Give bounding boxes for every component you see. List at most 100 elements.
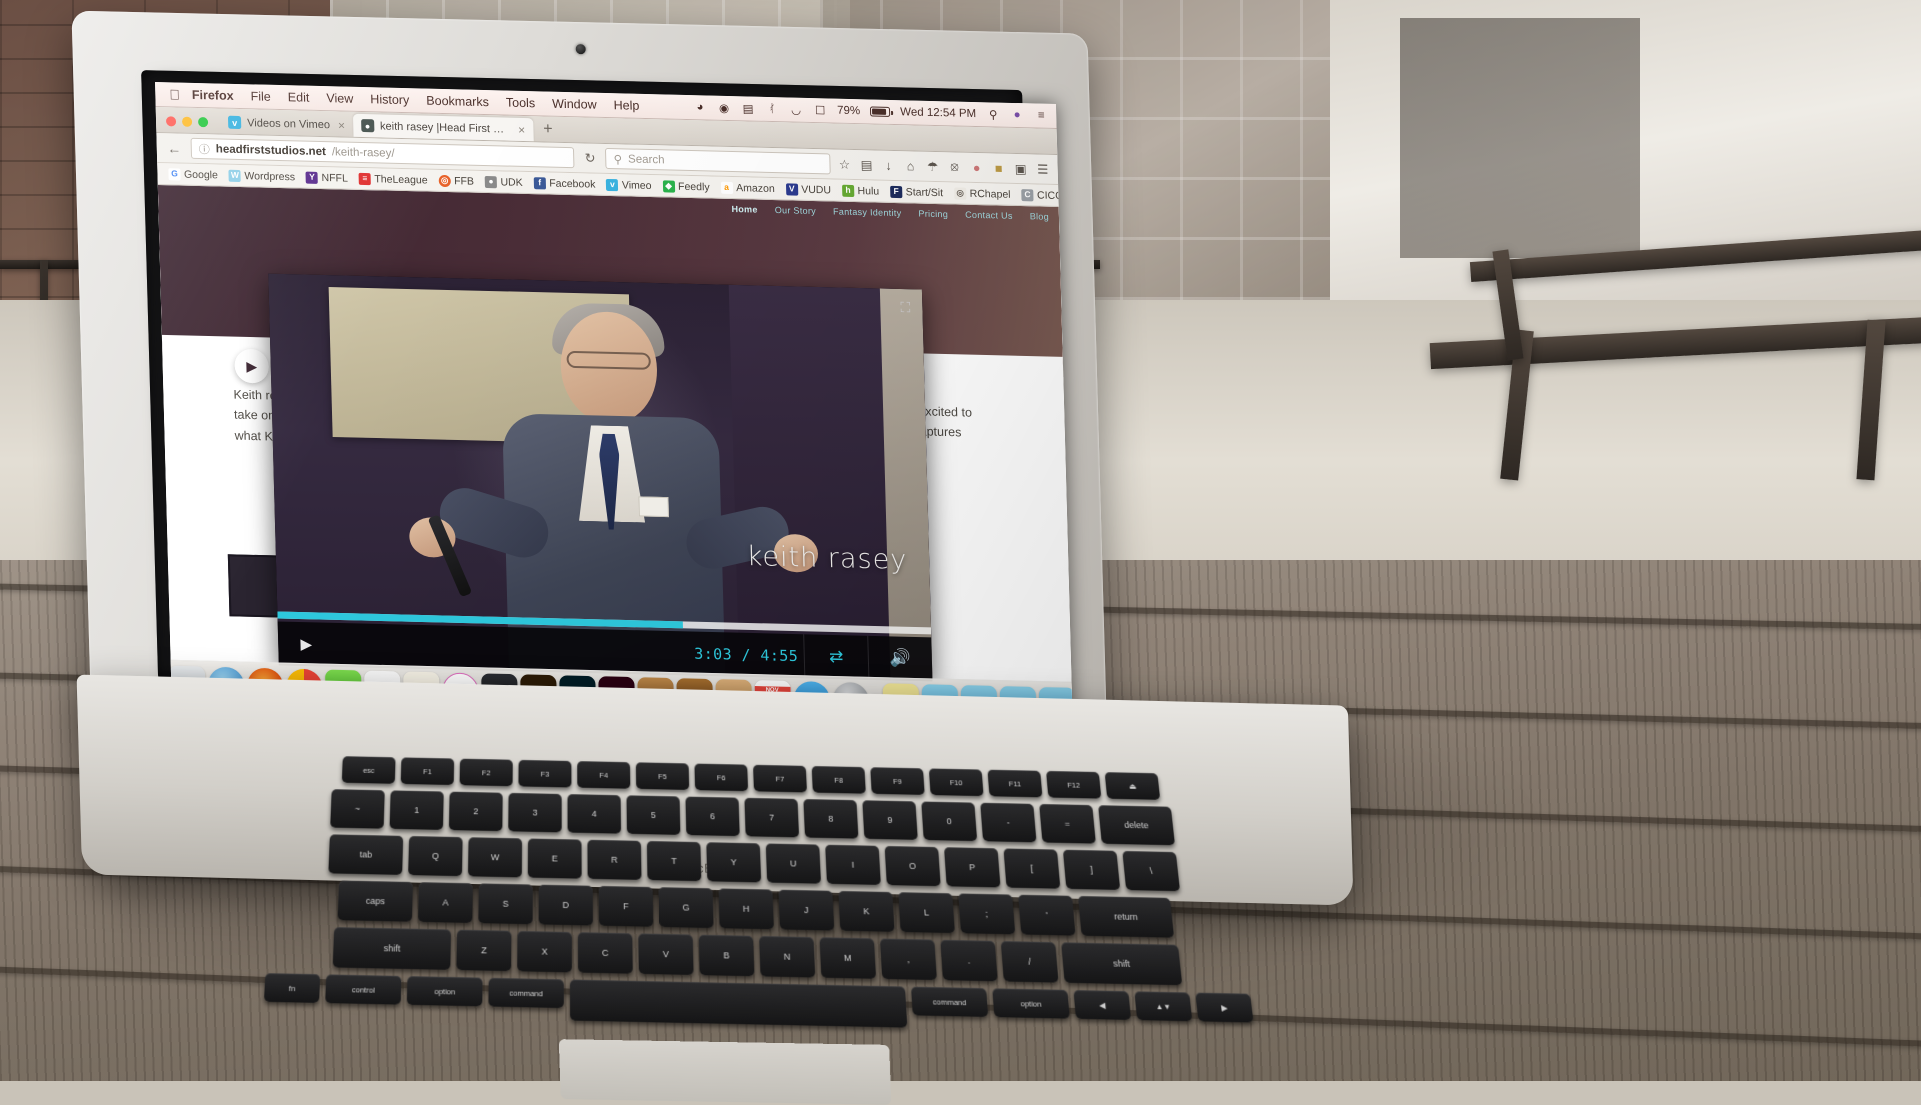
close-icon[interactable]: × <box>518 122 525 136</box>
bookmark-amazon[interactable]: a Amazon <box>716 180 778 196</box>
minimize-button[interactable] <box>181 116 193 127</box>
addon-icon[interactable]: ● <box>969 160 983 174</box>
key[interactable]: F9 <box>870 767 925 795</box>
downloads-icon[interactable]: ↓ <box>881 158 895 172</box>
key[interactable]: D <box>538 884 593 926</box>
key[interactable]: . <box>940 939 998 982</box>
key[interactable]: W <box>467 837 523 878</box>
menu-item-history[interactable]: History <box>370 92 409 107</box>
key[interactable]: K <box>838 890 895 932</box>
key[interactable]: V <box>638 933 694 975</box>
trackpad[interactable] <box>558 1039 892 1105</box>
bookmark-google[interactable]: G Google <box>164 167 222 182</box>
key-shift-right[interactable]: shift <box>1061 942 1183 986</box>
key[interactable]: F7 <box>753 764 807 793</box>
key[interactable]: E <box>527 838 582 879</box>
key[interactable]: Q <box>408 835 463 877</box>
menu-item-file[interactable]: File <box>250 89 271 103</box>
key[interactable]: I <box>825 844 881 885</box>
back-arrow-icon[interactable]: ← <box>165 140 184 156</box>
key[interactable]: 7 <box>744 797 800 838</box>
key[interactable]: F6 <box>694 763 749 792</box>
shuffle-icon[interactable]: ⇄ <box>803 634 869 680</box>
menu-item-tools[interactable]: Tools <box>506 96 536 111</box>
menu-extra-icon[interactable]: ▤ <box>741 101 755 115</box>
key-command-right[interactable]: command <box>911 986 989 1017</box>
volume-icon[interactable]: 🔊 <box>867 635 933 682</box>
wifi-icon[interactable]: ◡ <box>789 102 803 117</box>
search-input[interactable]: ⚲ Search <box>605 147 831 175</box>
home-icon[interactable]: ⌂ <box>903 159 917 173</box>
close-icon[interactable]: × <box>338 118 345 132</box>
site-nav-pricing[interactable]: Pricing <box>918 209 948 220</box>
site-info-icon[interactable]: ⓘ <box>199 141 210 157</box>
key-capslock[interactable]: caps <box>337 880 413 922</box>
bookmark-vudu[interactable]: V VUDU <box>782 182 836 197</box>
key[interactable]: F8 <box>811 765 866 794</box>
key[interactable]: N <box>759 935 816 978</box>
key[interactable]: F <box>598 885 654 927</box>
key[interactable]: B <box>698 934 755 977</box>
key[interactable]: 4 <box>567 794 622 834</box>
key[interactable]: / <box>1000 941 1059 983</box>
extension-icon[interactable]: ■ <box>991 161 1005 175</box>
menu-item-view[interactable]: View <box>326 91 353 106</box>
video-player[interactable]: keith rasey ⛶ ▶ 3:03 / 4:55 ⇄ 🔊 <box>268 273 933 682</box>
key[interactable]: F2 <box>459 758 513 787</box>
key[interactable]: A <box>417 882 473 923</box>
key[interactable]: X <box>517 930 572 973</box>
bookmark-hulu[interactable]: h Hulu <box>838 183 884 198</box>
key-return[interactable]: return <box>1077 895 1175 938</box>
key[interactable]: 9 <box>862 800 918 840</box>
key-power[interactable]: ⏏ <box>1104 772 1161 800</box>
key-arrow-right[interactable]: ▶ <box>1195 992 1254 1023</box>
key-option-right[interactable]: option <box>992 988 1070 1019</box>
key[interactable]: L <box>898 892 955 934</box>
key-arrow-updown[interactable]: ▲▼ <box>1134 991 1193 1022</box>
bookmark-startsit[interactable]: F Start/Sit <box>886 184 947 199</box>
key[interactable]: F5 <box>635 762 690 790</box>
bookmark-ffb[interactable]: ◎ FFB <box>434 173 478 188</box>
key[interactable]: P <box>944 847 1001 888</box>
bookmark-rchapel[interactable]: ◎ RChapel <box>950 186 1015 202</box>
battery-percent[interactable]: 79% <box>837 105 860 118</box>
tab-keith-rasey[interactable]: ● keith rasey |Head First Studio × <box>352 113 534 142</box>
menu-app-name[interactable]: Firefox <box>192 88 234 103</box>
key[interactable]: ~ <box>330 789 385 829</box>
key[interactable]: 3 <box>508 792 562 833</box>
battery-icon[interactable] <box>870 106 891 117</box>
site-nav-fantasy-identity[interactable]: Fantasy Identity <box>833 206 902 218</box>
bookmark-star-icon[interactable]: ☆ <box>837 157 851 172</box>
key-command-left[interactable]: command <box>488 977 564 1009</box>
menu-item-edit[interactable]: Edit <box>288 90 310 105</box>
key[interactable]: R <box>587 839 642 880</box>
key[interactable]: U <box>765 843 822 884</box>
sync-icon[interactable]: ◉ <box>717 101 731 115</box>
tab-videos-on-vimeo[interactable]: v Videos on Vimeo × <box>220 111 354 137</box>
key[interactable]: M <box>819 937 877 979</box>
dropbox-icon[interactable]: ◕ <box>693 101 707 113</box>
menu-hamburger-icon[interactable]: ☰ <box>1035 161 1049 176</box>
key-delete[interactable]: delete <box>1098 805 1176 846</box>
key[interactable]: ; <box>958 893 1016 935</box>
menu-item-window[interactable]: Window <box>552 97 597 112</box>
bookmark-vimeo[interactable]: v Vimeo <box>602 177 656 192</box>
key[interactable]: T <box>646 840 702 882</box>
menu-item-bookmarks[interactable]: Bookmarks <box>426 94 489 110</box>
play-pause-button[interactable]: ▶ <box>278 634 335 653</box>
key[interactable]: esc <box>341 756 396 784</box>
key[interactable]: J <box>778 889 835 931</box>
bookmark-feedly[interactable]: ◆ Feedly <box>658 179 713 194</box>
key[interactable]: F3 <box>518 759 572 788</box>
key[interactable]: G <box>658 887 714 929</box>
key[interactable]: - <box>980 802 1037 843</box>
key-arrow-left[interactable]: ◀ <box>1073 990 1132 1020</box>
key[interactable]: \ <box>1122 850 1181 892</box>
new-tab-button[interactable]: + <box>533 120 563 142</box>
key[interactable]: 8 <box>803 799 859 839</box>
notification-center-icon[interactable]: ≡ <box>1034 109 1048 122</box>
apple-icon[interactable]:  <box>169 86 180 102</box>
input-source-icon[interactable]: ☐ <box>813 103 827 117</box>
expand-icon[interactable]: ⛶ <box>900 299 910 316</box>
key[interactable]: , <box>879 938 937 981</box>
